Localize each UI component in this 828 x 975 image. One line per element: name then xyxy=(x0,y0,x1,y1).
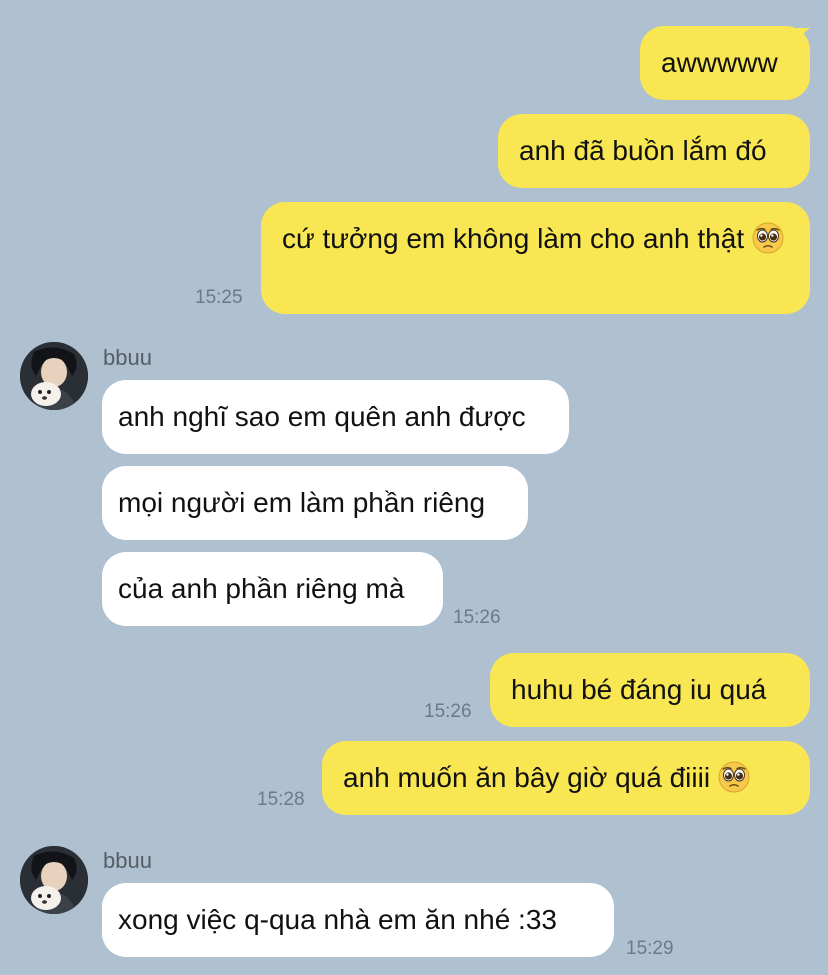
incoming-message[interactable]: xong việc q-qua nhà em ăn nhé :33 xyxy=(102,883,614,957)
pleading-face-emoji xyxy=(718,761,750,793)
message-text: anh muốn ăn bây giờ quá điiii xyxy=(343,762,711,793)
timestamp: 15:28 xyxy=(257,789,305,810)
timestamp: 15:26 xyxy=(424,701,472,722)
chat-thread[interactable]: awwwww anh đã buồn lắm đó 15:25 cứ tưởng… xyxy=(0,0,828,975)
incoming-message[interactable]: anh nghĩ sao em quên anh được xyxy=(102,380,569,454)
timestamp: 15:26 xyxy=(453,607,501,628)
message-text: anh nghĩ sao em quên anh được xyxy=(118,401,526,432)
message-text: anh đã buồn lắm đó xyxy=(519,135,767,166)
pleading-face-emoji xyxy=(752,222,784,254)
outgoing-message[interactable]: awwwww xyxy=(640,26,810,100)
message-text: huhu bé đáng iu quá xyxy=(511,674,767,705)
incoming-message[interactable]: của anh phần riêng mà xyxy=(102,552,443,626)
message-text: cứ tưởng em không làm cho anh thật xyxy=(282,223,745,254)
timestamp: 15:25 xyxy=(195,287,243,308)
outgoing-message[interactable]: huhu bé đáng iu quá xyxy=(490,653,810,727)
message-text: awwwww xyxy=(661,47,778,78)
contact-avatar[interactable] xyxy=(20,342,88,410)
message-text: của anh phần riêng mà xyxy=(118,573,405,604)
timestamp: 15:29 xyxy=(626,938,674,959)
incoming-message[interactable]: mọi người em làm phần riêng xyxy=(102,466,528,540)
outgoing-message[interactable]: anh đã buồn lắm đó xyxy=(498,114,810,188)
sender-name: bbuu xyxy=(103,848,152,873)
outgoing-message[interactable]: cứ tưởng em không làm cho anh thật xyxy=(261,202,810,314)
message-text: xong việc q-qua nhà em ăn nhé :33 xyxy=(118,904,557,935)
message-text: mọi người em làm phần riêng xyxy=(118,487,486,518)
contact-avatar[interactable] xyxy=(20,846,88,914)
sender-name: bbuu xyxy=(103,345,152,370)
outgoing-message[interactable]: anh muốn ăn bây giờ quá điiii xyxy=(322,741,810,815)
